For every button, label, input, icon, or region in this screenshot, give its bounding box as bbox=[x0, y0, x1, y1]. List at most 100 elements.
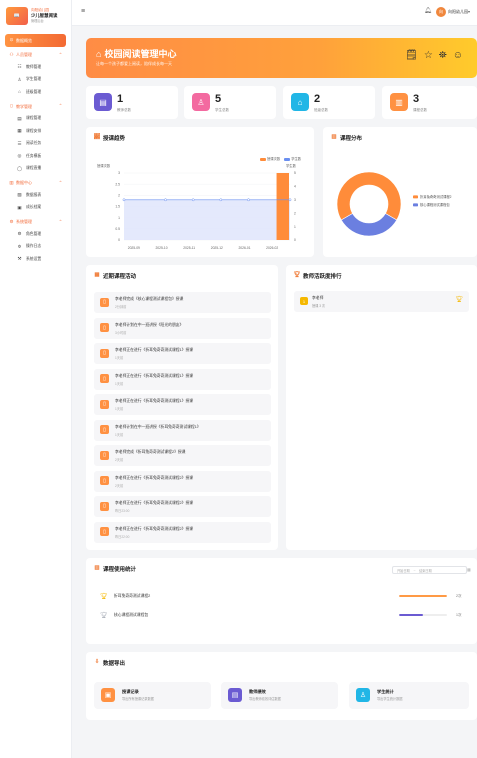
sidebar-item-students[interactable]: ♙ 学生管理 bbox=[0, 74, 71, 87]
book-icon: ▯ bbox=[100, 450, 109, 460]
sidebar-group-label: 教学管理 bbox=[16, 103, 32, 109]
sidebar-item-settings[interactable]: ⚒ 系统设置 bbox=[0, 253, 71, 266]
sidebar-group-system[interactable]: ⚙ 系统管理 ⌃ bbox=[0, 216, 71, 228]
sidebar-item-courses[interactable]: ▤ 课程管理 bbox=[0, 113, 71, 126]
legend-label: 核心课程测试课程包 bbox=[420, 202, 450, 207]
book-icon: ▯ bbox=[100, 527, 109, 536]
export-students-button[interactable]: ♙ 学生统计 导出学生统计数据 bbox=[349, 682, 469, 709]
book-icon: ▯ bbox=[100, 399, 109, 409]
home-icon: ⌂ bbox=[291, 93, 309, 111]
bar-chart-icon: ▥ bbox=[94, 565, 100, 572]
avatar[interactable]: 向 bbox=[436, 7, 446, 17]
brand: 📖 向阳幼儿园 少儿智慧阅读 管理后台 bbox=[0, 0, 71, 26]
book-icon: ▯ bbox=[100, 374, 109, 383]
book-icon: ▯ bbox=[10, 103, 13, 109]
sidebar-item-teachers[interactable]: ☷ 教师管理 bbox=[0, 61, 71, 74]
sidebar-item-templates[interactable]: ◎ 任务模板 bbox=[0, 150, 71, 163]
stat-card-teachers: ▤ 1 教师总数 bbox=[86, 86, 178, 119]
x-tick-label: 2026-02 bbox=[266, 246, 278, 250]
course-stat-row: 🏆︎ 核心课程测试课程包 1次 bbox=[94, 609, 467, 621]
activity-item[interactable]: ▯ 李老师完成《核心课程测试课程包》授课 2分钟前 bbox=[94, 292, 271, 313]
date-range-picker[interactable]: 开始日期 → 结束日期 bbox=[392, 566, 467, 574]
bell-icon[interactable]: 🔔︎ bbox=[424, 7, 432, 14]
activity-item[interactable]: ▯ 李老师正在进行《折耳兔奇奇测试课程1》授课 1天前 bbox=[94, 368, 271, 390]
activity-item[interactable]: ▯ 李老师完成《折耳兔奇奇测试课程2》授课 2天前 bbox=[94, 445, 271, 466]
user-name[interactable]: 向阳幼儿园 bbox=[448, 9, 468, 15]
stat-card-courses: ▥ 3 课程总数 bbox=[382, 86, 477, 119]
activity-text: 李老师完成《核心课程测试课程包》授课 bbox=[115, 297, 184, 301]
activity-item[interactable]: ▯ 李老师正在进行《折耳兔奇奇测试课程1》授课 1天前 bbox=[94, 343, 271, 364]
activity-item[interactable]: ▯ 李老师计划在中一班讲授《折耳兔奇奇测试课程1》 1天前 bbox=[94, 419, 271, 441]
student-icon: ♙ bbox=[17, 76, 22, 82]
topbar: ≡ 🔔︎ 向 向阳幼儿园 ▾ bbox=[72, 0, 477, 26]
trophy-icon: 🏆︎ bbox=[293, 272, 301, 279]
ranking-row[interactable]: 1 李老师 授课 3 次 🏆︎ bbox=[294, 291, 469, 312]
legend-label: 折耳兔奇奇测试课程2 bbox=[420, 194, 452, 199]
sidebar-item-label: 数据报表 bbox=[26, 192, 42, 197]
menu-toggle-icon[interactable]: ≡ bbox=[81, 8, 85, 15]
sidebar-item-tasks[interactable]: ☰ 阅读任务 bbox=[0, 138, 71, 151]
trophy-silver-icon: 🏆︎ bbox=[100, 612, 108, 619]
export-title: 学生统计 bbox=[377, 689, 394, 694]
export-title: 授课记录 bbox=[122, 689, 139, 694]
y2-tick-label: 4 bbox=[294, 185, 296, 189]
activity-time: 1天前 bbox=[115, 407, 124, 411]
sidebar-item-label: 阅读任务 bbox=[26, 141, 42, 146]
sidebar-group-people[interactable]: ⚇ 人员管理 ⌃ bbox=[0, 49, 71, 61]
export-title: 教师绩效 bbox=[249, 689, 266, 694]
chevron-down-icon[interactable]: ▾ bbox=[468, 9, 470, 14]
sidebar-item-classes[interactable]: ⌂ 班级管理 bbox=[0, 86, 71, 99]
gear-icon: ⚒ bbox=[17, 256, 22, 261]
data-point bbox=[247, 198, 250, 202]
sidebar-item-logs[interactable]: ✲ 操作日志 bbox=[0, 241, 71, 254]
calendar-icon: ▦ bbox=[94, 272, 100, 279]
activity-text: 李老师计划在中一班讲授《折耳兔奇奇测试课程1》 bbox=[115, 424, 201, 429]
export-performance-button[interactable]: ▤ 教师绩效 导出教师绩效评估数据 bbox=[221, 682, 338, 709]
stat-card-classes: ⌂ 2 班级总数 bbox=[283, 86, 375, 119]
activity-text: 李老师正在进行《折耳兔奇奇测试课程2》授课 bbox=[115, 526, 194, 531]
y-tick-label: 0 bbox=[118, 238, 120, 242]
data-icon: ▥ bbox=[9, 179, 14, 185]
sidebar-item-reports[interactable]: ▧ 数据报表 bbox=[0, 189, 71, 202]
trend-card: 📈︎ 授课趋势 授课次数 学生数 授课次数 学生数 3 2.5 2 1.5 1 0.5 0 5 4… bbox=[86, 127, 314, 257]
book-icon: ▯ bbox=[100, 476, 109, 485]
data-point bbox=[191, 198, 195, 202]
start-date-input[interactable]: 开始日期 bbox=[397, 568, 410, 573]
sidebar-item-live[interactable]: ◯ 课程直播 bbox=[0, 163, 71, 176]
activity-time: 2分钟前 bbox=[115, 305, 127, 309]
legend-swatch bbox=[413, 203, 418, 207]
sidebar-group-data[interactable]: ▥ 数据中心 ⌃ bbox=[0, 177, 71, 189]
sidebar-item-label: 课程直播 bbox=[26, 166, 42, 171]
log-icon: ✲ bbox=[17, 243, 22, 249]
sidebar-item-schedule[interactable]: ▦ 课程安排 bbox=[0, 125, 71, 138]
activity-item[interactable]: ▯ 李老师正在进行《折耳兔奇奇测试课程1》授课 1天前 bbox=[94, 394, 271, 415]
pie-slice bbox=[340, 213, 398, 237]
activity-item[interactable]: ▯ 李老师正在进行《折耳兔奇奇测试课程2》授课 昨日23:00 bbox=[94, 496, 271, 517]
pie-slice bbox=[336, 171, 402, 221]
sidebar-item-label: 班级管理 bbox=[26, 89, 42, 94]
activity-time: 1天前 bbox=[115, 381, 124, 386]
book-icon: ▯ bbox=[100, 348, 109, 358]
sidebar-item-dashboard[interactable]: ⊙ 数据概览 bbox=[5, 34, 66, 47]
y-tick-label: 0.5 bbox=[115, 227, 120, 231]
end-date-input[interactable]: 结束日期 bbox=[419, 568, 432, 573]
smile-icon: ☺ bbox=[452, 50, 463, 61]
teacher-icon: ▤ bbox=[94, 93, 112, 111]
sidebar-item-roles[interactable]: ⚙ 角色管理 bbox=[0, 228, 71, 241]
trend-chart: 3 2.5 2 1.5 1 0.5 0 5 4 3 2 1 0 2025-09 2025-10 2025-11… bbox=[115, 171, 296, 250]
activity-item[interactable]: ▯ 李老师正在进行《折耳兔奇奇测试课程2》授课 2天前 bbox=[94, 470, 271, 492]
sidebar-item-label: 成长档案 bbox=[26, 205, 42, 210]
sidebar-item-label: 角色管理 bbox=[26, 231, 42, 236]
sidebar-group-teaching[interactable]: ▯ 教学管理 ⌃ bbox=[0, 101, 71, 113]
data-point bbox=[288, 198, 292, 202]
sidebar-item-archive[interactable]: ▣ 成长档案 bbox=[0, 202, 71, 215]
y2-tick-label: 1 bbox=[294, 225, 296, 229]
users-icon: ⚇ bbox=[9, 51, 14, 57]
export-records-button[interactable]: ▣ 授课记录 导出所有授课记录数据 bbox=[94, 682, 211, 709]
book-icon: ▥ bbox=[390, 93, 408, 111]
activity-item[interactable]: ▯ 李老师正在进行《折耳兔奇奇测试课程2》授课 昨日22:00 bbox=[94, 521, 271, 543]
activity-item[interactable]: ▯ 李老师计划在中一班讲授《阳光的朋友》 3小时前 bbox=[94, 317, 271, 339]
activity-time: 昨日22:00 bbox=[115, 534, 130, 539]
calendar-icon[interactable]: ▦ bbox=[467, 567, 471, 572]
legend-swatch bbox=[413, 195, 418, 199]
